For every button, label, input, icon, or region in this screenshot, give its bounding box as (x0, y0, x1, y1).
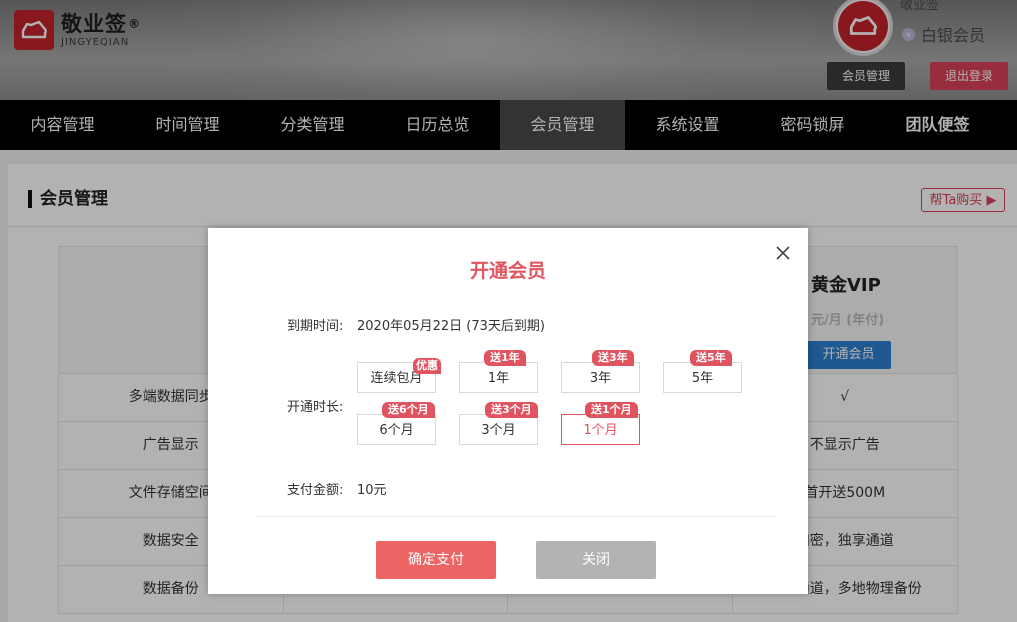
close-icon[interactable] (774, 244, 792, 262)
option-badge: 送1个月 (585, 402, 638, 418)
option-badge: 优惠 (413, 358, 441, 374)
option-badge: 送3个月 (485, 402, 538, 418)
option-badge: 送3年 (592, 350, 634, 366)
duration-label: 开通时长: (287, 400, 344, 415)
option-badge: 送6个月 (382, 402, 435, 418)
duration-option-1-month[interactable]: 1个月 (561, 414, 640, 445)
duration-option-6-months[interactable]: 6个月 (357, 414, 436, 445)
confirm-payment-button[interactable]: 确定支付 (376, 541, 496, 579)
close-button[interactable]: 关闭 (536, 541, 656, 579)
duration-option-5-years[interactable]: 5年 (663, 362, 742, 393)
dialog-title: 开通会员 (469, 260, 546, 282)
duration-option-3-months[interactable]: 3个月 (459, 414, 538, 445)
option-badge: 送5年 (690, 350, 732, 366)
option-badge: 送1年 (484, 350, 526, 366)
duration-option-1-year[interactable]: 1年 (459, 362, 538, 393)
payment-amount-value: 10元 (357, 483, 387, 498)
open-membership-dialog: 开通会员 到期时间: 2020年05月22日 (73天后到期) 开通时长: 连续… (208, 228, 808, 594)
expiry-label: 到期时间: (287, 319, 344, 334)
divider (256, 516, 776, 517)
payment-amount-label: 支付金额: (287, 483, 344, 498)
expiry-value: 2020年05月22日 (73天后到期) (357, 319, 545, 334)
duration-option-3-years[interactable]: 3年 (561, 362, 640, 393)
